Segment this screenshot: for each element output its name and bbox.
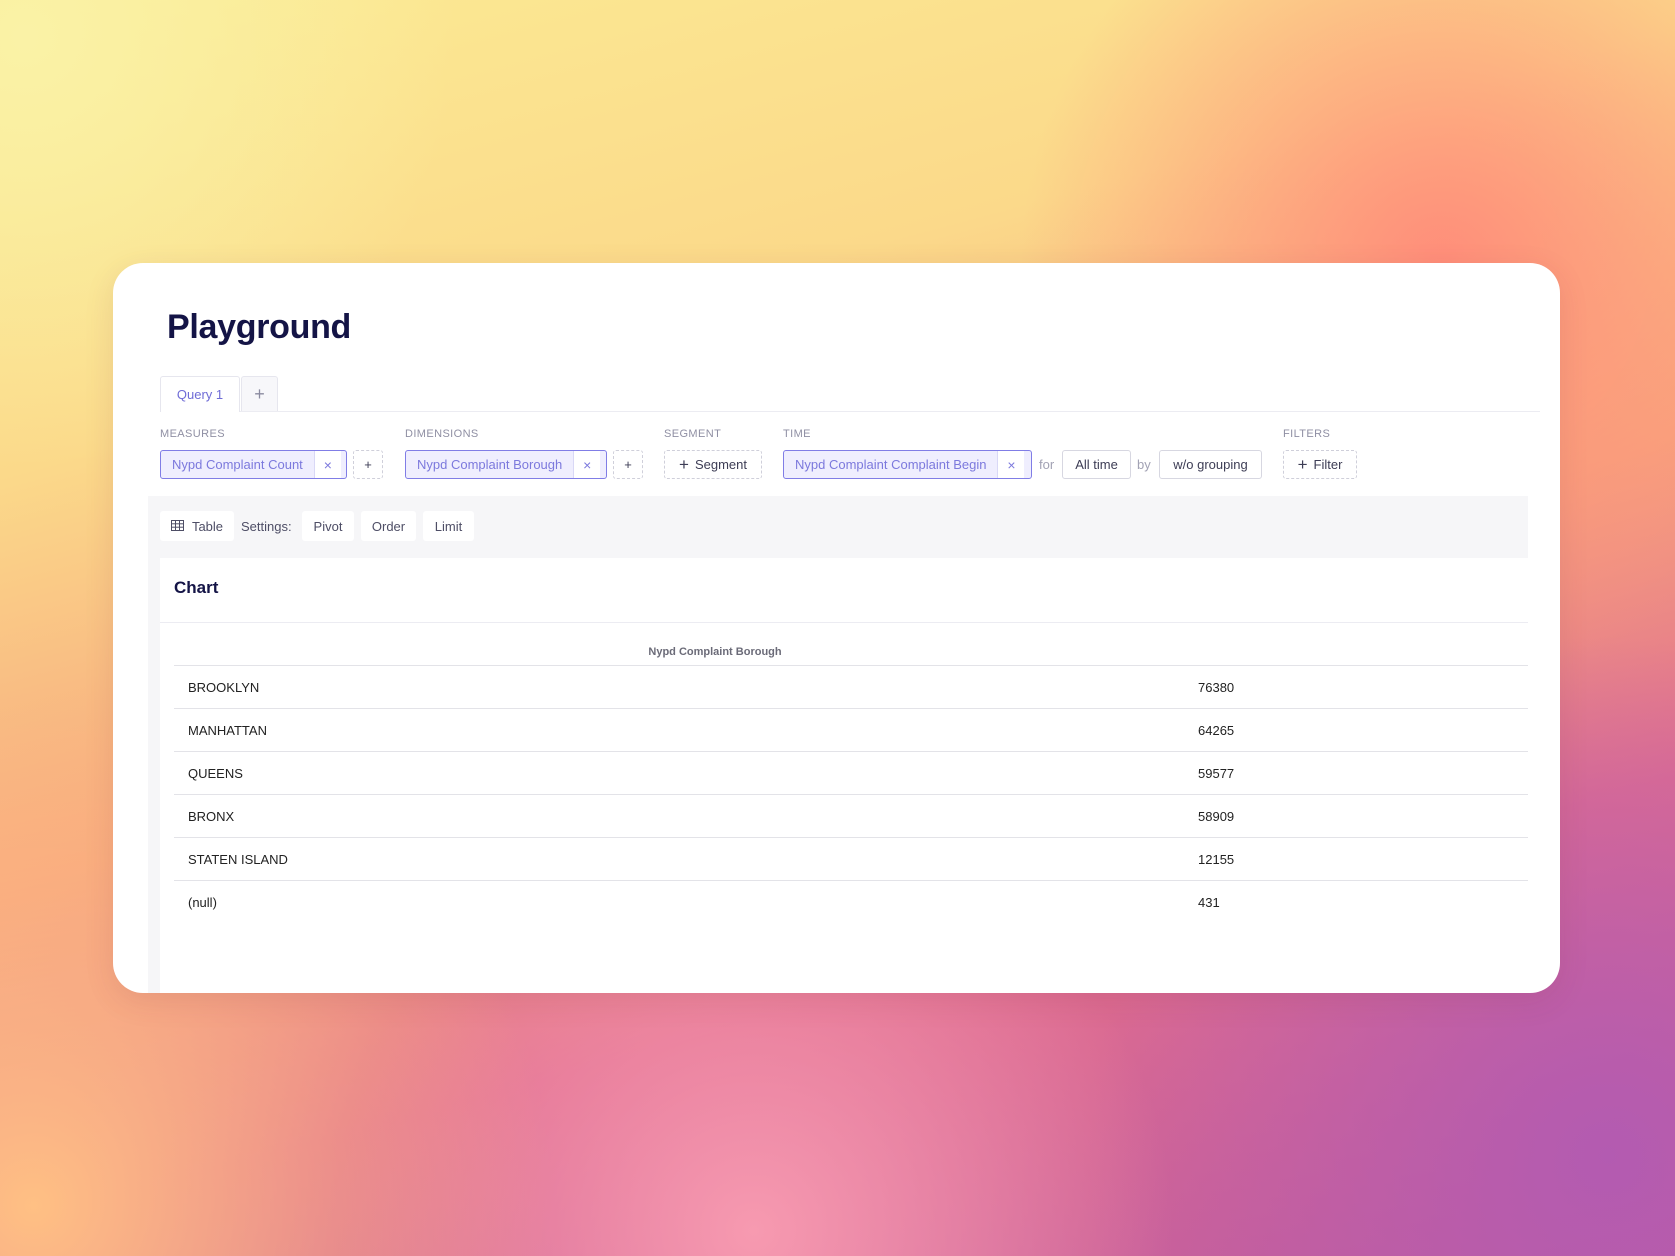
table-row: (null) 431 [174, 880, 1528, 923]
filter-button-label: Filter [1313, 457, 1343, 472]
plus-icon: + [1297, 455, 1308, 474]
add-filter-button[interactable]: + Filter [1283, 450, 1357, 479]
time-label: TIME [783, 428, 811, 440]
time-dimension-label: Nypd Complaint Complaint Begin [795, 457, 987, 472]
filters-label: FILTERS [1283, 428, 1331, 440]
table-row: QUEENS 59577 [174, 751, 1528, 794]
borough-cell: BRONX [188, 808, 235, 824]
borough-cell: (null) [188, 894, 217, 910]
table-row: BRONX 58909 [174, 794, 1528, 837]
borough-cell: QUEENS [188, 765, 243, 781]
order-button[interactable]: Order [361, 511, 416, 541]
count-cell: 64265 [1198, 722, 1235, 738]
dimension-pill[interactable]: Nypd Complaint Borough × [405, 450, 607, 479]
count-cell: 431 [1198, 894, 1220, 910]
table-row: BROOKLYN 76380 [174, 665, 1528, 708]
count-cell: 59577 [1198, 765, 1235, 781]
add-dimension-button[interactable]: + [613, 450, 643, 479]
limit-button[interactable]: Limit [423, 511, 474, 541]
chart-type-label: Table [191, 518, 224, 534]
plus-icon: + [679, 455, 689, 474]
tabs-divider [160, 411, 1540, 412]
dimension-pill-label: Nypd Complaint Borough [417, 457, 563, 472]
add-measure-button[interactable]: + [353, 450, 383, 479]
granularity-select[interactable]: w/o grouping [1159, 450, 1262, 479]
measure-pill-label: Nypd Complaint Count [172, 457, 303, 472]
remove-measure-icon[interactable]: × [313, 451, 341, 478]
chart-divider [160, 622, 1528, 623]
count-cell: 76380 [1198, 679, 1235, 695]
chart-title: Chart [174, 578, 219, 597]
count-cell: 58909 [1198, 808, 1235, 824]
segment-button-label: Segment [694, 457, 747, 472]
measure-pill[interactable]: Nypd Complaint Count × [160, 450, 347, 479]
playground-card: Playground Query 1 + MEASURES Nypd Compl… [113, 263, 1560, 993]
add-tab-button[interactable]: + [241, 376, 278, 411]
date-range-select[interactable]: All time [1062, 450, 1131, 479]
borough-cell: MANHATTAN [188, 722, 267, 738]
segment-label: SEGMENT [664, 428, 722, 440]
chart-card: Chart Nypd Complaint Borough BROOKLYN 76… [160, 558, 1528, 993]
pivot-button[interactable]: Pivot [302, 511, 354, 541]
settings-label: Settings: [241, 518, 292, 534]
time-by-text: by [1137, 457, 1151, 472]
tab-query-1[interactable]: Query 1 [160, 376, 240, 412]
results-table: BROOKLYN 76380 MANHATTAN 64265 QUEENS 59… [174, 665, 1528, 923]
chart-type-button[interactable]: Table [160, 511, 234, 541]
table-row: STATEN ISLAND 12155 [174, 837, 1528, 880]
table-icon [170, 519, 184, 534]
time-for-text: for [1039, 457, 1055, 472]
add-segment-button[interactable]: + Segment [664, 450, 762, 479]
borough-cell: STATEN ISLAND [188, 851, 288, 867]
page-title: Playground [167, 308, 352, 346]
time-dimension-pill[interactable]: Nypd Complaint Complaint Begin × [783, 450, 1032, 479]
remove-dimension-icon[interactable]: × [573, 451, 601, 478]
remove-time-icon[interactable]: × [997, 451, 1025, 478]
count-cell: 12155 [1198, 851, 1235, 867]
dimensions-label: DIMENSIONS [405, 428, 479, 440]
measures-label: MEASURES [160, 428, 225, 440]
borough-cell: BROOKLYN [188, 679, 260, 695]
table-row: MANHATTAN 64265 [174, 708, 1528, 751]
